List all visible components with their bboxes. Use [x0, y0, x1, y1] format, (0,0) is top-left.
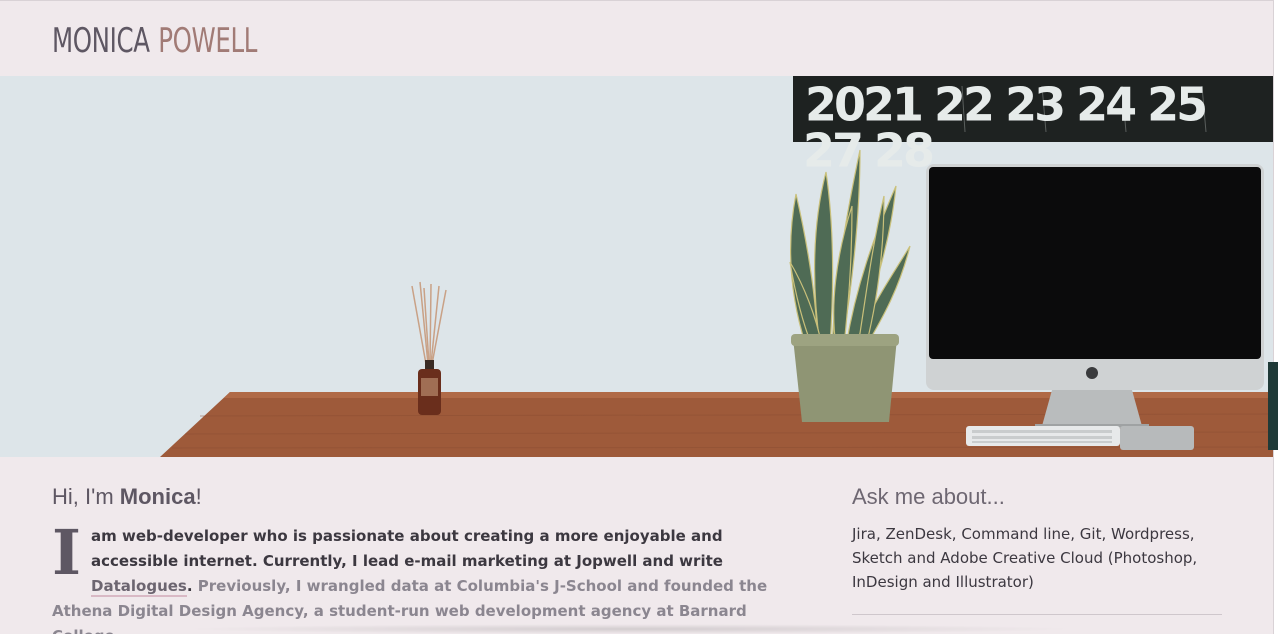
greeting-heading: Hi, I'm Monica!	[52, 482, 812, 512]
greeting-suffix: !	[195, 484, 202, 509]
greeting-prefix: Hi, I'm	[52, 484, 120, 509]
bio-paragraph: I am web-developer who is passionate abo…	[52, 516, 812, 634]
logo-last-name: POWELL	[158, 21, 258, 61]
hero-image: 2021 22 23 24 25 27 28	[0, 76, 1273, 457]
site-header: MONICA POWELL	[0, 0, 1274, 77]
greeting-name: Monica	[119, 484, 196, 509]
plant-pot	[793, 338, 897, 422]
ask-me-about-section: Ask me about... Jira, ZenDesk, Command l…	[852, 482, 1222, 615]
site-logo[interactable]: MONICA POWELL	[52, 21, 257, 61]
hero-illustration: 2021 22 23 24 25 27 28	[0, 76, 1273, 457]
ask-me-about-text: Jira, ZenDesk, Command line, Git, Wordpr…	[852, 525, 1198, 591]
right-edge-strip	[1268, 0, 1278, 634]
bio-dropcap: I	[52, 516, 82, 589]
bio-current-text: am web-developer who is passionate about…	[91, 527, 723, 570]
intro-section: Hi, I'm Monica! I am web-developer who i…	[52, 482, 812, 634]
datalogues-link[interactable]: Datalogues	[91, 577, 187, 597]
right-edge-dark-block	[1268, 362, 1278, 450]
ask-me-about-heading: Ask me about...	[852, 484, 1005, 509]
calendar-row-2: 27 28	[803, 123, 933, 177]
ask-me-about-divider	[852, 614, 1222, 615]
bottom-shadow	[180, 624, 1080, 634]
trackpad	[1120, 426, 1194, 450]
logo-first-name: MONICA	[52, 21, 150, 61]
page: MONICA POWELL 2021 22 23 24 25 27 28 Hi,…	[0, 0, 1278, 634]
